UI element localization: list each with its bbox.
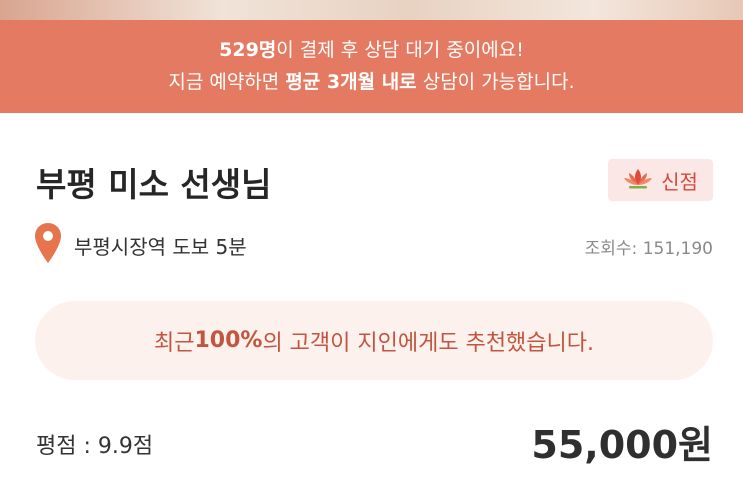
page-title: 부평 미소 선생님: [36, 165, 272, 204]
view-count: 조회수: 151,190: [584, 239, 713, 259]
banner-line-2-emphasis: 평균 3개월 내로: [285, 71, 417, 93]
recommendation-rate: 100%: [194, 328, 263, 353]
recommendation-pre: 최근: [153, 330, 195, 356]
category-badge: 신점: [608, 159, 713, 201]
badge-label: 신점: [661, 169, 698, 194]
banner-line-2-post: 상담이 가능합니다.: [416, 71, 575, 93]
hero-image-strip: [0, 0, 743, 20]
price: 55,000원: [531, 423, 713, 467]
rating-text: 평점 : 9.9점: [36, 434, 154, 459]
map-pin-icon: [34, 222, 62, 268]
banner-line-2: 지금 예약하면 평균 3개월 내로 상담이 가능합니다.: [0, 66, 743, 98]
recommendation-box: 최근 100% 의 고객이 지인에게도 추천했습니다.: [35, 301, 713, 380]
banner-line-1: 529명이 결제 후 상담 대기 중이에요!: [0, 34, 743, 66]
lotus-icon: [623, 167, 653, 193]
location-text: 부평시장역 도보 5분: [74, 234, 247, 259]
waiting-banner: 529명이 결제 후 상담 대기 중이에요! 지금 예약하면 평균 3개월 내로…: [0, 20, 743, 113]
banner-line-2-pre: 지금 예약하면: [168, 71, 286, 93]
waiting-count: 529명: [219, 39, 277, 61]
location-row: 부평시장역 도보 5분: [34, 222, 247, 268]
recommendation-post: 의 고객이 지인에게도 추천했습니다.: [262, 330, 595, 356]
banner-line-1-text: 이 결제 후 상담 대기 중이에요!: [276, 39, 524, 61]
